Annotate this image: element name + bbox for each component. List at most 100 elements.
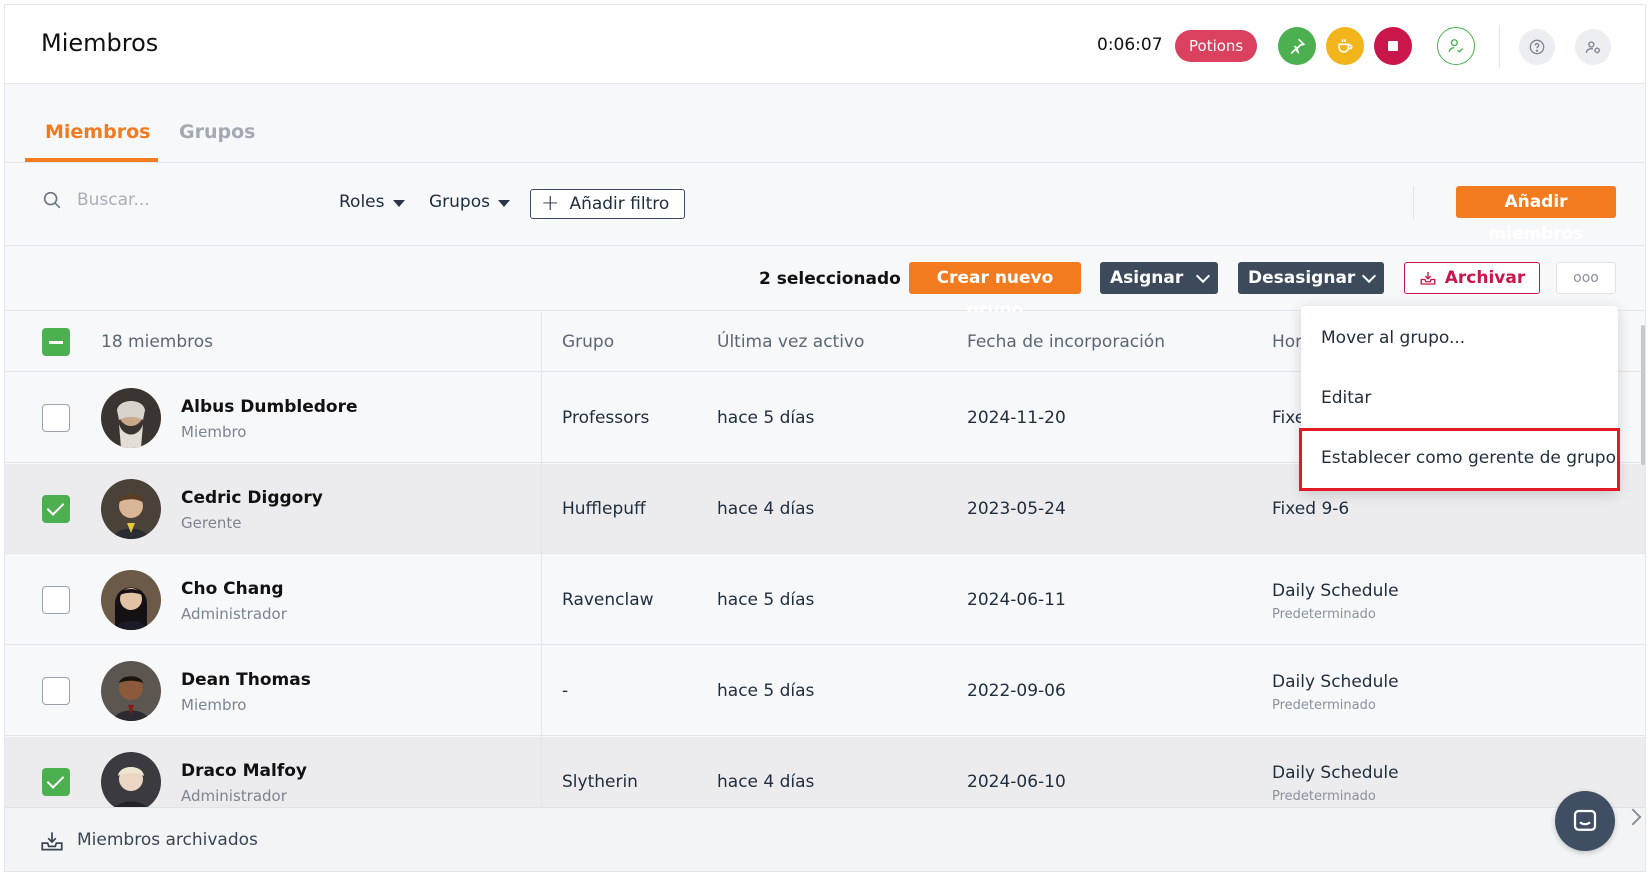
table-row[interactable]: Dean Thomas Miembro - hace 5 días 2022-0… <box>5 646 1645 736</box>
header-group[interactable]: Grupo <box>562 332 614 352</box>
header-last-active[interactable]: Última vez activo <box>717 332 864 352</box>
member-name[interactable]: Draco Malfoy <box>181 761 307 781</box>
member-name[interactable]: Cho Chang <box>181 579 284 599</box>
member-last-active: hace 4 días <box>717 772 815 792</box>
header-join-date[interactable]: Fecha de incorporación <box>967 332 1165 352</box>
more-actions-button[interactable]: ooo <box>1556 262 1616 294</box>
chevron-down-icon <box>1361 268 1377 283</box>
row-checkbox[interactable] <box>42 768 70 796</box>
top-header: Miembros 0:06:07 Potions <box>5 5 1645 84</box>
member-role: Administrador <box>181 605 287 623</box>
add-filter-label: Añadir filtro <box>569 194 670 214</box>
caret-down-icon <box>498 200 510 207</box>
active-tab-indicator <box>25 158 158 162</box>
avatar <box>101 570 161 630</box>
member-name[interactable]: Albus Dumbledore <box>181 397 358 417</box>
row-checkbox[interactable] <box>42 404 70 432</box>
stop-icon <box>1388 41 1398 51</box>
app-frame: Miembros 0:06:07 Potions Miembros Grupos <box>4 4 1646 872</box>
groups-filter-dropdown[interactable]: Grupos <box>429 192 510 212</box>
avatar <box>101 752 161 812</box>
coffee-icon <box>1338 39 1353 53</box>
unassign-button[interactable]: Desasignar <box>1238 262 1384 294</box>
archive-button[interactable]: Archivar <box>1404 262 1540 294</box>
member-name[interactable]: Dean Thomas <box>181 670 311 690</box>
row-checkbox[interactable] <box>42 586 70 614</box>
select-all-checkbox[interactable] <box>42 328 70 356</box>
member-schedule: Daily Schedule <box>1272 672 1399 692</box>
create-group-button[interactable]: Crear nuevo grupo <box>909 262 1081 320</box>
start-timer-button[interactable] <box>1278 27 1316 65</box>
menu-item-edit[interactable]: Editar <box>1301 370 1618 426</box>
search-input[interactable] <box>77 186 297 214</box>
member-group: Hufflepuff <box>562 499 646 519</box>
member-last-active: hace 5 días <box>717 408 815 428</box>
member-role: Administrador <box>181 787 287 805</box>
roles-filter-dropdown[interactable]: Roles <box>339 192 405 212</box>
add-filter-button[interactable]: + Añadir filtro <box>530 189 685 219</box>
caret-down-icon <box>392 200 405 207</box>
chat-icon <box>1573 809 1597 831</box>
add-members-button[interactable]: Añadir miembros <box>1456 186 1616 244</box>
archive-tray-icon <box>41 832 63 851</box>
selected-count: 2 seleccionado <box>759 269 901 289</box>
row-checkbox[interactable] <box>42 677 70 705</box>
chat-button[interactable] <box>1555 791 1615 851</box>
member-group: Ravenclaw <box>562 590 654 610</box>
member-join-date: 2024-06-11 <box>967 590 1066 610</box>
member-last-active: hace 4 días <box>717 499 815 519</box>
member-last-active: hace 5 días <box>717 681 815 701</box>
stop-timer-button[interactable] <box>1374 27 1412 65</box>
help-icon <box>1529 39 1545 55</box>
member-last-active: hace 5 días <box>717 590 815 610</box>
pin-icon <box>1290 38 1306 55</box>
header-members-count: 18 miembros <box>101 332 214 352</box>
page-title: Miembros <box>41 29 159 57</box>
member-join-date: 2023-05-24 <box>967 499 1066 519</box>
plus-icon: + <box>541 191 560 216</box>
member-schedule: Daily Schedule <box>1272 763 1399 783</box>
user-check-icon <box>1448 39 1464 53</box>
member-group: Professors <box>562 408 650 428</box>
member-join-date: 2024-06-10 <box>967 772 1066 792</box>
chevron-down-icon <box>1195 268 1211 283</box>
unassign-label: Desasignar <box>1248 268 1356 288</box>
help-button[interactable] <box>1519 29 1555 65</box>
header-divider <box>1499 25 1500 67</box>
menu-item-move-to-group[interactable]: Mover al grupo... <box>1301 310 1618 366</box>
member-schedule: Daily Schedule <box>1272 581 1399 601</box>
tab-bar: Miembros Grupos <box>5 85 1645 163</box>
project-badge[interactable]: Potions <box>1175 30 1258 62</box>
timer-display: 0:06:07 <box>1097 35 1163 55</box>
member-schedule: Fixed 9-6 <box>1272 499 1350 519</box>
vertical-scrollbar[interactable] <box>1641 325 1645 465</box>
assign-label: Asignar <box>1110 268 1184 288</box>
member-role: Miembro <box>181 696 247 714</box>
member-schedule-default: Predeterminado <box>1272 698 1376 713</box>
user-settings-icon <box>1585 41 1601 54</box>
assign-button[interactable]: Asignar <box>1100 262 1218 294</box>
tab-members[interactable]: Miembros <box>45 121 150 143</box>
groups-filter-label: Grupos <box>429 192 490 212</box>
member-role: Miembro <box>181 423 247 441</box>
row-checkbox[interactable] <box>42 495 70 523</box>
user-settings-button[interactable] <box>1575 29 1611 65</box>
roles-filter-label: Roles <box>339 192 385 212</box>
filter-divider <box>1413 186 1414 220</box>
avatar <box>101 661 161 721</box>
member-join-date: 2022-09-06 <box>967 681 1066 701</box>
filter-bar: Roles Grupos + Añadir filtro Añadir miem… <box>5 164 1645 246</box>
table-row[interactable]: Cho Chang Administrador Ravenclaw hace 5… <box>5 555 1645 645</box>
user-status-button[interactable] <box>1437 27 1475 65</box>
member-name[interactable]: Cedric Diggory <box>181 488 323 508</box>
member-group: Slytherin <box>562 772 638 792</box>
tab-groups[interactable]: Grupos <box>179 121 255 143</box>
column-divider <box>541 312 542 812</box>
archived-members-link[interactable]: Miembros archivados <box>77 830 258 850</box>
member-group: - <box>562 681 569 701</box>
archive-icon <box>1420 272 1436 285</box>
header-schedule[interactable]: Hor <box>1272 332 1302 352</box>
highlight-box <box>1299 428 1620 491</box>
break-button[interactable] <box>1326 27 1364 65</box>
member-schedule-default: Predeterminado <box>1272 789 1376 804</box>
